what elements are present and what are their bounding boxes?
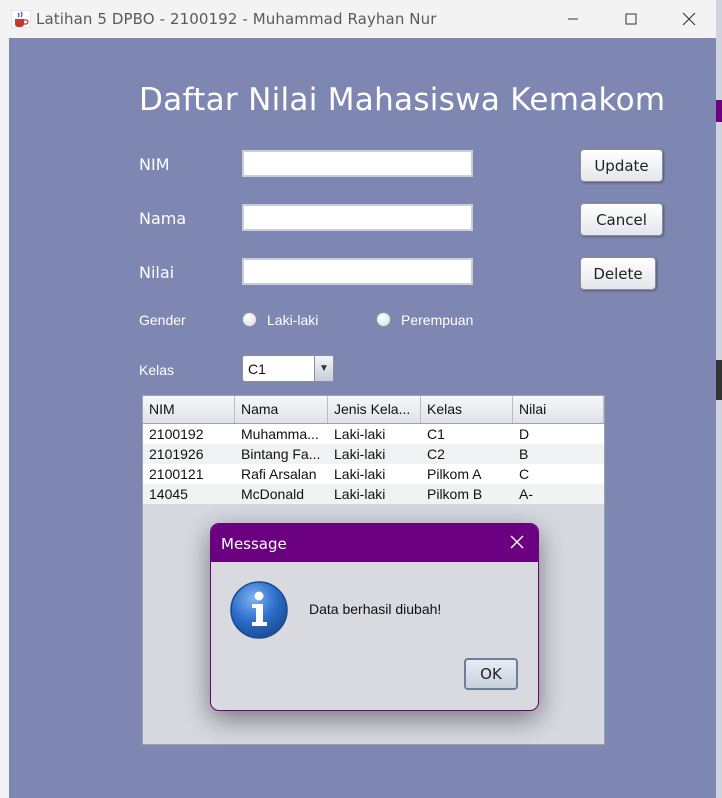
gender-label: Gender xyxy=(139,312,186,328)
table-row[interactable]: 2101926 Bintang Fa... Laki-laki C2 B xyxy=(143,444,604,464)
dialog-message: Data berhasil diubah! xyxy=(309,601,442,617)
dialog-title: Message xyxy=(221,535,287,553)
column-header-nama[interactable]: Nama xyxy=(235,396,328,423)
table-row[interactable]: 2100192 Muhamma... Laki-laki C1 D xyxy=(143,424,604,444)
radio-label-perempuan: Perempuan xyxy=(401,312,474,328)
table-cell: 2101926 xyxy=(149,446,204,462)
minimize-button[interactable] xyxy=(550,0,596,38)
table-header: NIM Nama Jenis Kela... Kelas Nilai xyxy=(143,396,604,424)
close-window-button[interactable] xyxy=(666,0,712,38)
table-cell: D xyxy=(519,426,530,442)
kelas-dropdown[interactable]: C1 ▼ xyxy=(242,355,334,382)
nim-label: NIM xyxy=(139,155,170,174)
maximize-icon xyxy=(625,13,637,25)
nim-field[interactable] xyxy=(242,150,473,177)
table-cell: B xyxy=(519,446,529,462)
nilai-label: Nilai xyxy=(139,263,175,282)
table-body: 2100192 Muhamma... Laki-laki C1 D 210192… xyxy=(143,424,604,504)
title-bar[interactable]: Latihan 5 DPBO - 2100192 - Muhammad Rayh… xyxy=(0,0,716,38)
page-title: Daftar Nilai Mahasiswa Kemakom xyxy=(139,82,666,118)
table-cell: Laki-laki xyxy=(334,486,386,502)
window-title: Latihan 5 DPBO - 2100192 - Muhammad Rayh… xyxy=(36,10,437,28)
table-cell: 2100121 xyxy=(149,466,204,482)
table-cell: Rafi Arsalan xyxy=(241,466,317,482)
kelas-label: Kelas xyxy=(139,362,175,378)
column-header-kelas[interactable]: Kelas xyxy=(421,396,513,423)
table-cell: Laki-laki xyxy=(334,466,386,482)
table-row[interactable]: 14045 McDonald Laki-laki Pilkom B A- xyxy=(143,484,604,504)
close-icon[interactable] xyxy=(508,533,526,551)
chevron-down-icon[interactable]: ▼ xyxy=(314,356,333,381)
table-cell: A- xyxy=(519,486,533,502)
information-icon xyxy=(230,581,288,639)
column-header-jenis-kelamin[interactable]: Jenis Kela... xyxy=(328,396,421,423)
table-cell: C1 xyxy=(427,426,445,442)
ok-button[interactable]: OK xyxy=(464,658,518,690)
nama-field[interactable] xyxy=(242,204,473,231)
dialog-title-bar[interactable]: Message xyxy=(211,524,538,562)
table-row[interactable]: 2100121 Rafi Arsalan Laki-laki Pilkom A … xyxy=(143,464,604,484)
column-header-nim[interactable]: NIM xyxy=(143,396,235,423)
table-cell: Laki-laki xyxy=(334,426,386,442)
maximize-button[interactable] xyxy=(608,0,654,38)
radio-laki-laki[interactable] xyxy=(242,312,257,327)
update-button[interactable]: Update xyxy=(580,149,663,182)
table-cell: 14045 xyxy=(149,486,188,502)
background-window-edge xyxy=(716,100,722,122)
java-coffee-icon xyxy=(11,10,31,28)
table-cell: Bintang Fa... xyxy=(241,446,321,462)
nama-label: Nama xyxy=(139,209,187,228)
table-cell: Laki-laki xyxy=(334,446,386,462)
close-icon xyxy=(682,12,696,26)
background-window-edge xyxy=(716,360,722,400)
table-cell: C xyxy=(519,466,530,482)
table-cell: 2100192 xyxy=(149,426,204,442)
nilai-field[interactable] xyxy=(242,258,473,285)
delete-button[interactable]: Delete xyxy=(580,257,656,290)
table-cell: McDonald xyxy=(241,486,305,502)
table-cell: Pilkom A xyxy=(427,466,482,482)
kelas-selected-value: C1 xyxy=(248,361,266,377)
table-cell: C2 xyxy=(427,446,445,462)
cancel-button[interactable]: Cancel xyxy=(580,203,663,236)
radio-label-laki-laki: Laki-laki xyxy=(267,312,319,328)
minimize-icon xyxy=(568,18,578,20)
table-cell: Muhamma... xyxy=(241,426,319,442)
column-header-nilai[interactable]: Nilai xyxy=(513,396,604,423)
table-cell: Pilkom B xyxy=(427,486,483,502)
radio-perempuan[interactable] xyxy=(376,312,391,327)
message-dialog: Message Data berhasil diubah! OK xyxy=(210,523,539,711)
